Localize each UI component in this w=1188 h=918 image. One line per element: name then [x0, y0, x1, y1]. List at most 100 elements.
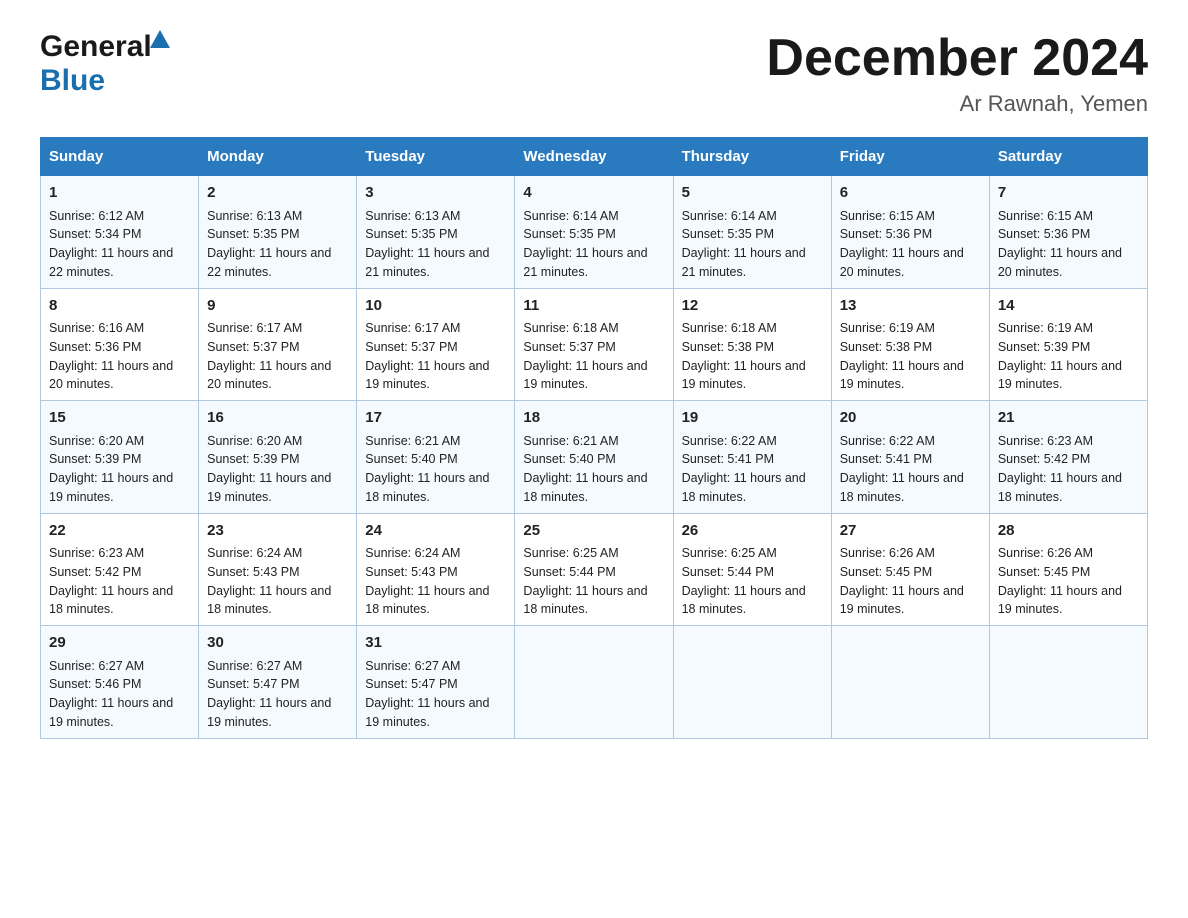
calendar-header-row: SundayMondayTuesdayWednesdayThursdayFrid…: [41, 138, 1148, 176]
day-number: 1: [49, 182, 190, 205]
day-number: 28: [998, 520, 1139, 543]
day-number: 3: [365, 182, 506, 205]
calendar-cell: 3Sunrise: 6:13 AMSunset: 5:35 PMDaylight…: [357, 176, 515, 289]
daylight-text: Daylight: 11 hours and 19 minutes.: [207, 469, 348, 507]
daylight-text: Daylight: 11 hours and 20 minutes.: [49, 357, 190, 395]
calendar-cell: 8Sunrise: 6:16 AMSunset: 5:36 PMDaylight…: [41, 288, 199, 401]
day-info: Sunrise: 6:25 AMSunset: 5:44 PMDaylight:…: [682, 544, 823, 619]
daylight-text: Daylight: 11 hours and 18 minutes.: [840, 469, 981, 507]
daylight-text: Daylight: 11 hours and 19 minutes.: [49, 694, 190, 732]
day-info: Sunrise: 6:27 AMSunset: 5:47 PMDaylight:…: [207, 657, 348, 732]
calendar-cell: 9Sunrise: 6:17 AMSunset: 5:37 PMDaylight…: [199, 288, 357, 401]
sunset-text: Sunset: 5:36 PM: [49, 338, 190, 357]
day-info: Sunrise: 6:18 AMSunset: 5:38 PMDaylight:…: [682, 319, 823, 394]
daylight-text: Daylight: 11 hours and 19 minutes.: [682, 357, 823, 395]
calendar-cell: 20Sunrise: 6:22 AMSunset: 5:41 PMDayligh…: [831, 401, 989, 514]
sunrise-text: Sunrise: 6:17 AM: [207, 319, 348, 338]
daylight-text: Daylight: 11 hours and 18 minutes.: [682, 469, 823, 507]
day-info: Sunrise: 6:17 AMSunset: 5:37 PMDaylight:…: [207, 319, 348, 394]
sunset-text: Sunset: 5:35 PM: [682, 225, 823, 244]
sunrise-text: Sunrise: 6:17 AM: [365, 319, 506, 338]
day-number: 23: [207, 520, 348, 543]
sunset-text: Sunset: 5:44 PM: [682, 563, 823, 582]
calendar-week-row: 15Sunrise: 6:20 AMSunset: 5:39 PMDayligh…: [41, 401, 1148, 514]
column-header-saturday: Saturday: [989, 138, 1147, 176]
logo-blue: Blue: [40, 64, 105, 98]
day-number: 9: [207, 295, 348, 318]
sunset-text: Sunset: 5:36 PM: [998, 225, 1139, 244]
sunset-text: Sunset: 5:42 PM: [49, 563, 190, 582]
daylight-text: Daylight: 11 hours and 19 minutes.: [365, 357, 506, 395]
calendar-cell: 7Sunrise: 6:15 AMSunset: 5:36 PMDaylight…: [989, 176, 1147, 289]
sunset-text: Sunset: 5:42 PM: [998, 450, 1139, 469]
day-info: Sunrise: 6:12 AMSunset: 5:34 PMDaylight:…: [49, 207, 190, 282]
logo-general: General: [40, 30, 152, 64]
calendar-table: SundayMondayTuesdayWednesdayThursdayFrid…: [40, 137, 1148, 739]
column-header-wednesday: Wednesday: [515, 138, 673, 176]
sunrise-text: Sunrise: 6:23 AM: [49, 544, 190, 563]
daylight-text: Daylight: 11 hours and 20 minutes.: [840, 244, 981, 282]
calendar-cell: 12Sunrise: 6:18 AMSunset: 5:38 PMDayligh…: [673, 288, 831, 401]
day-number: 11: [523, 295, 664, 318]
daylight-text: Daylight: 11 hours and 22 minutes.: [207, 244, 348, 282]
calendar-cell: 21Sunrise: 6:23 AMSunset: 5:42 PMDayligh…: [989, 401, 1147, 514]
calendar-cell: 29Sunrise: 6:27 AMSunset: 5:46 PMDayligh…: [41, 626, 199, 739]
day-info: Sunrise: 6:20 AMSunset: 5:39 PMDaylight:…: [207, 432, 348, 507]
calendar-cell: 18Sunrise: 6:21 AMSunset: 5:40 PMDayligh…: [515, 401, 673, 514]
day-number: 6: [840, 182, 981, 205]
sunrise-text: Sunrise: 6:13 AM: [207, 207, 348, 226]
sunset-text: Sunset: 5:44 PM: [523, 563, 664, 582]
day-number: 19: [682, 407, 823, 430]
calendar-cell: 24Sunrise: 6:24 AMSunset: 5:43 PMDayligh…: [357, 513, 515, 626]
day-info: Sunrise: 6:18 AMSunset: 5:37 PMDaylight:…: [523, 319, 664, 394]
day-info: Sunrise: 6:25 AMSunset: 5:44 PMDaylight:…: [523, 544, 664, 619]
sunrise-text: Sunrise: 6:18 AM: [523, 319, 664, 338]
day-info: Sunrise: 6:14 AMSunset: 5:35 PMDaylight:…: [523, 207, 664, 282]
daylight-text: Daylight: 11 hours and 19 minutes.: [998, 357, 1139, 395]
sunset-text: Sunset: 5:37 PM: [523, 338, 664, 357]
sunrise-text: Sunrise: 6:21 AM: [523, 432, 664, 451]
day-number: 24: [365, 520, 506, 543]
sunrise-text: Sunrise: 6:12 AM: [49, 207, 190, 226]
logo: General Blue: [40, 30, 170, 98]
day-info: Sunrise: 6:23 AMSunset: 5:42 PMDaylight:…: [998, 432, 1139, 507]
day-number: 13: [840, 295, 981, 318]
daylight-text: Daylight: 11 hours and 18 minutes.: [523, 582, 664, 620]
calendar-cell: 2Sunrise: 6:13 AMSunset: 5:35 PMDaylight…: [199, 176, 357, 289]
calendar-week-row: 29Sunrise: 6:27 AMSunset: 5:46 PMDayligh…: [41, 626, 1148, 739]
daylight-text: Daylight: 11 hours and 19 minutes.: [365, 694, 506, 732]
day-info: Sunrise: 6:26 AMSunset: 5:45 PMDaylight:…: [998, 544, 1139, 619]
calendar-cell: [989, 626, 1147, 739]
column-header-sunday: Sunday: [41, 138, 199, 176]
daylight-text: Daylight: 11 hours and 19 minutes.: [207, 694, 348, 732]
day-info: Sunrise: 6:26 AMSunset: 5:45 PMDaylight:…: [840, 544, 981, 619]
sunrise-text: Sunrise: 6:20 AM: [207, 432, 348, 451]
calendar-cell: 4Sunrise: 6:14 AMSunset: 5:35 PMDaylight…: [515, 176, 673, 289]
day-number: 27: [840, 520, 981, 543]
sunrise-text: Sunrise: 6:26 AM: [840, 544, 981, 563]
sunrise-text: Sunrise: 6:21 AM: [365, 432, 506, 451]
daylight-text: Daylight: 11 hours and 19 minutes.: [840, 582, 981, 620]
page-header: General Blue December 2024 Ar Rawnah, Ye…: [40, 30, 1148, 117]
day-number: 14: [998, 295, 1139, 318]
day-info: Sunrise: 6:19 AMSunset: 5:39 PMDaylight:…: [998, 319, 1139, 394]
calendar-cell: 16Sunrise: 6:20 AMSunset: 5:39 PMDayligh…: [199, 401, 357, 514]
calendar-cell: 19Sunrise: 6:22 AMSunset: 5:41 PMDayligh…: [673, 401, 831, 514]
calendar-cell: 6Sunrise: 6:15 AMSunset: 5:36 PMDaylight…: [831, 176, 989, 289]
sunrise-text: Sunrise: 6:25 AM: [523, 544, 664, 563]
day-number: 2: [207, 182, 348, 205]
sunrise-text: Sunrise: 6:14 AM: [523, 207, 664, 226]
daylight-text: Daylight: 11 hours and 20 minutes.: [207, 357, 348, 395]
daylight-text: Daylight: 11 hours and 21 minutes.: [365, 244, 506, 282]
day-info: Sunrise: 6:20 AMSunset: 5:39 PMDaylight:…: [49, 432, 190, 507]
day-number: 12: [682, 295, 823, 318]
day-number: 7: [998, 182, 1139, 205]
daylight-text: Daylight: 11 hours and 18 minutes.: [365, 582, 506, 620]
day-number: 10: [365, 295, 506, 318]
day-info: Sunrise: 6:23 AMSunset: 5:42 PMDaylight:…: [49, 544, 190, 619]
sunrise-text: Sunrise: 6:15 AM: [840, 207, 981, 226]
sunset-text: Sunset: 5:37 PM: [365, 338, 506, 357]
calendar-cell: 17Sunrise: 6:21 AMSunset: 5:40 PMDayligh…: [357, 401, 515, 514]
sunset-text: Sunset: 5:35 PM: [523, 225, 664, 244]
sunset-text: Sunset: 5:45 PM: [998, 563, 1139, 582]
